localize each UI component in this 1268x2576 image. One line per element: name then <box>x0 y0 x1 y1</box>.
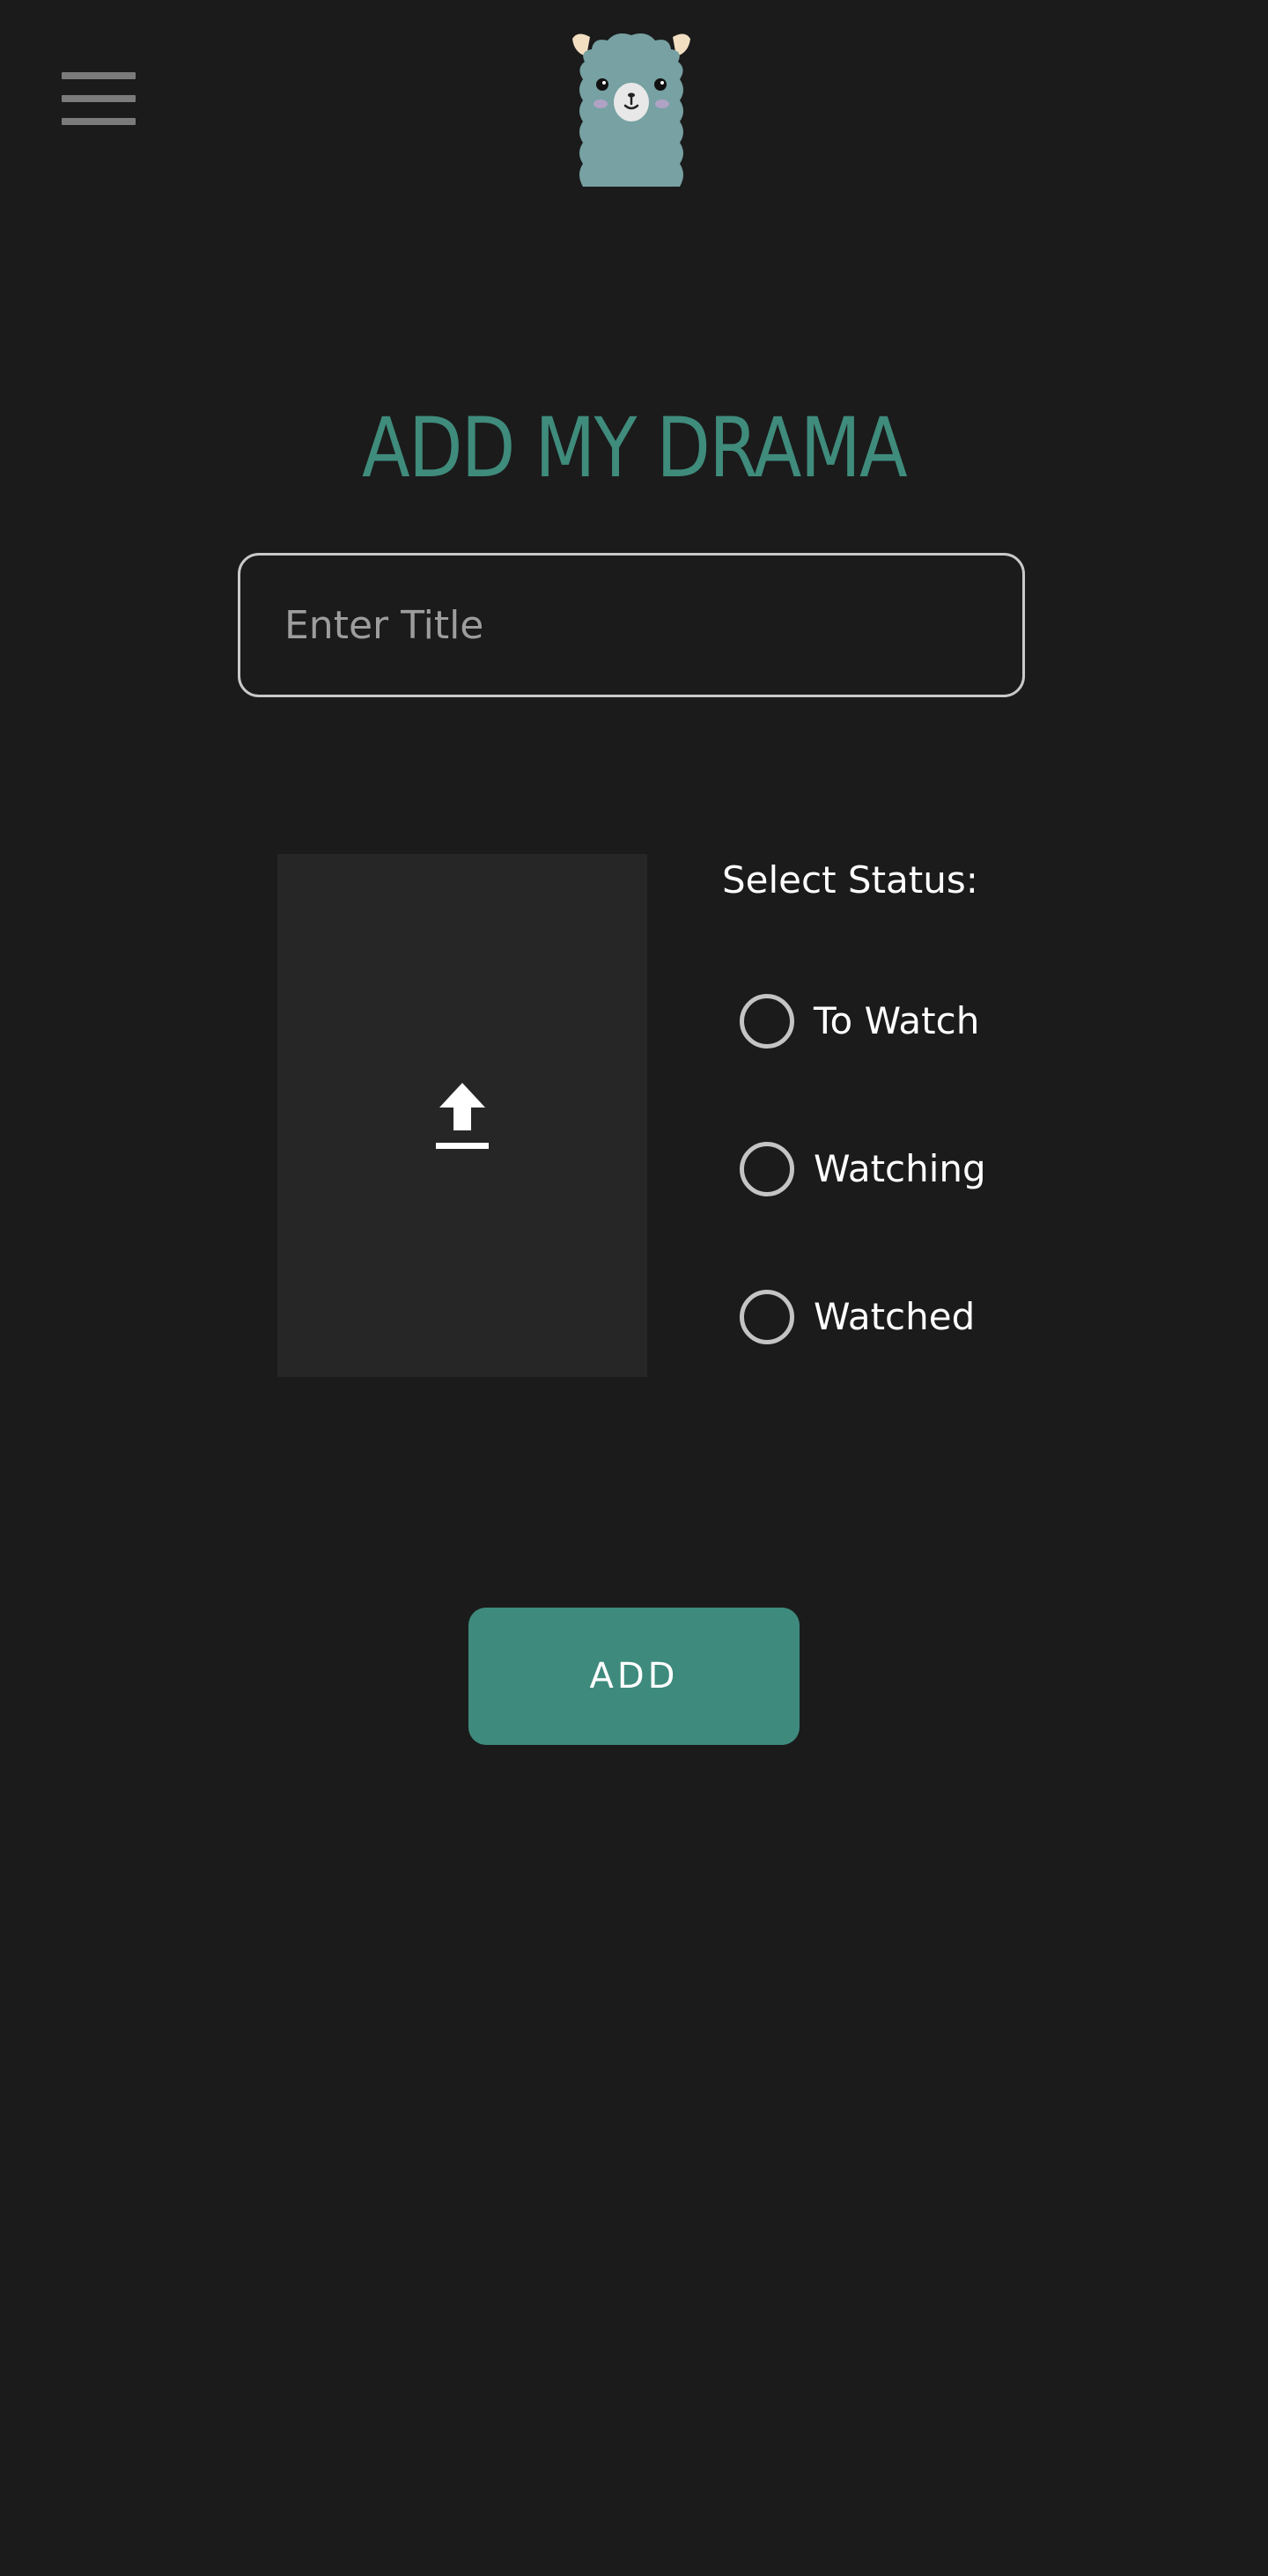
status-option-watched[interactable]: Watched <box>740 1285 975 1349</box>
radio-label-watched: Watched <box>814 1295 976 1338</box>
page-title: ADD MY DRAMA <box>362 400 908 497</box>
status-label: Select Status: <box>722 858 978 902</box>
alpaca-logo <box>567 26 696 187</box>
status-option-to-watch[interactable]: To Watch <box>740 990 979 1053</box>
radio-label-watching: Watching <box>814 1147 986 1190</box>
radio-to-watch[interactable] <box>740 994 794 1049</box>
status-option-watching[interactable]: Watching <box>740 1137 986 1201</box>
poster-upload-area[interactable] <box>277 854 647 1377</box>
add-button[interactable]: ADD <box>468 1608 800 1745</box>
radio-label-to-watch: To Watch <box>814 999 980 1042</box>
radio-watched[interactable] <box>740 1290 794 1344</box>
upload-icon <box>436 1083 489 1150</box>
title-input[interactable] <box>238 553 1025 697</box>
menu-button[interactable] <box>62 72 136 125</box>
radio-watching[interactable] <box>740 1142 794 1196</box>
